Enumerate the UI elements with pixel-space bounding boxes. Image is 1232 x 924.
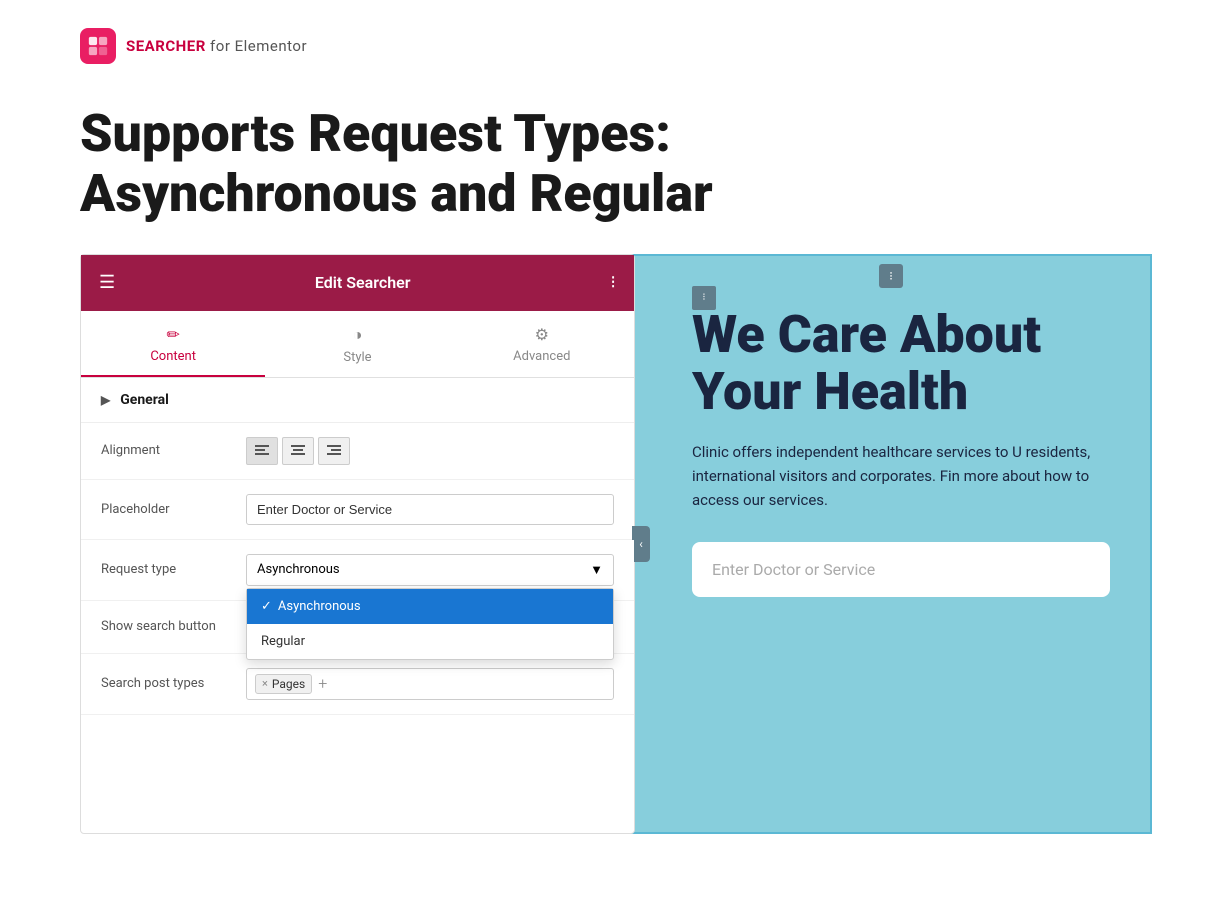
editor-title: Edit Searcher	[315, 273, 411, 292]
tab-advanced-label: Advanced	[513, 349, 570, 364]
placeholder-label: Placeholder	[101, 502, 246, 517]
option-asynchronous[interactable]: ✓ Asynchronous	[247, 589, 613, 624]
gear-icon: ⚙	[535, 325, 549, 344]
checkmark-icon: ✓	[261, 599, 272, 614]
preview-search-box[interactable]: Enter Doctor or Service	[692, 542, 1110, 597]
request-type-label: Request type	[101, 562, 246, 577]
brand-name: SEARCHER for Elementor	[126, 37, 307, 55]
search-post-types-label: Search post types	[101, 676, 246, 691]
chevron-left-icon: ‹	[639, 537, 643, 551]
section-arrow-icon: ▶	[101, 393, 110, 407]
preview-description: Clinic offers independent healthcare ser…	[692, 440, 1092, 512]
selected-option: Asynchronous	[257, 562, 340, 577]
request-type-dropdown[interactable]: Asynchronous ▼	[246, 554, 614, 586]
section-label: General	[120, 392, 169, 408]
search-post-types-row: Search post types × Pages +	[81, 654, 634, 715]
hero-section: Supports Request Types: Asynchronous and…	[0, 84, 1232, 254]
tags-control: × Pages +	[246, 668, 614, 700]
section-general[interactable]: ▶ General	[81, 378, 634, 423]
alignment-row: Alignment	[81, 423, 634, 480]
tab-style[interactable]: ◑ Style	[265, 311, 449, 377]
preview-content: ⁝ We Care About Your Health Clinic offer…	[692, 306, 1110, 597]
top-drag-handle[interactable]: ⁝	[879, 264, 903, 288]
editor-header: ☰ Edit Searcher ⁝	[81, 255, 634, 311]
tag-add-button[interactable]: +	[318, 674, 327, 693]
alignment-control	[246, 437, 614, 465]
grid-icon[interactable]: ⁝	[610, 272, 616, 293]
header: SEARCHER for Elementor	[0, 0, 1232, 84]
align-center-button[interactable]	[282, 437, 314, 465]
option-regular[interactable]: Regular	[247, 624, 613, 659]
tag-label: Pages	[272, 677, 305, 691]
drag-icon: ⁝	[889, 269, 893, 283]
tags-input[interactable]: × Pages +	[246, 668, 614, 700]
preview-panel: ⁝ ⁝ We Care About Your Health Clinic off…	[630, 254, 1152, 834]
content-drag-handle[interactable]: ⁝	[692, 286, 716, 310]
tab-advanced[interactable]: ⚙ Advanced	[450, 311, 634, 377]
preview-title: We Care About Your Health	[692, 306, 1110, 420]
show-search-button-label: Show search button	[101, 619, 246, 634]
tab-content-label: Content	[150, 349, 196, 364]
style-icon: ◑	[353, 325, 363, 345]
placeholder-input[interactable]	[246, 494, 614, 525]
hero-title: Supports Request Types: Asynchronous and…	[80, 104, 1152, 224]
hamburger-icon[interactable]: ☰	[99, 272, 115, 293]
placeholder-row: Placeholder	[81, 480, 634, 540]
align-left-button[interactable]	[246, 437, 278, 465]
tab-content[interactable]: ✏ Content	[81, 311, 265, 377]
preview-search-placeholder: Enter Doctor or Service	[712, 560, 875, 579]
tag-pages: × Pages	[255, 674, 312, 694]
editor-body: ▶ General Alignment	[81, 378, 634, 715]
tab-style-label: Style	[343, 350, 371, 365]
logo-icon	[80, 28, 116, 64]
tag-remove-icon[interactable]: ×	[262, 677, 268, 690]
editor-panel: ☰ Edit Searcher ⁝ ✏ Content ◑ Style ⚙ Ad…	[80, 254, 635, 834]
request-type-row: Request type Asynchronous ▼ ✓ Asynchrono…	[81, 540, 634, 601]
request-type-menu: ✓ Asynchronous Regular	[246, 588, 614, 660]
pencil-icon: ✏	[166, 325, 179, 344]
alignment-buttons	[246, 437, 614, 465]
placeholder-control	[246, 494, 614, 525]
request-type-control: Asynchronous ▼ ✓ Asynchronous Regular	[246, 554, 614, 586]
alignment-label: Alignment	[101, 443, 246, 458]
editor-tabs: ✏ Content ◑ Style ⚙ Advanced	[81, 311, 634, 378]
align-right-button[interactable]	[318, 437, 350, 465]
dropdown-arrow-icon: ▼	[590, 562, 603, 578]
main-content: ☰ Edit Searcher ⁝ ✏ Content ◑ Style ⚙ Ad…	[0, 254, 1232, 834]
collapse-panel-button[interactable]: ‹	[632, 526, 650, 562]
handle-icon: ⁝	[702, 292, 705, 303]
